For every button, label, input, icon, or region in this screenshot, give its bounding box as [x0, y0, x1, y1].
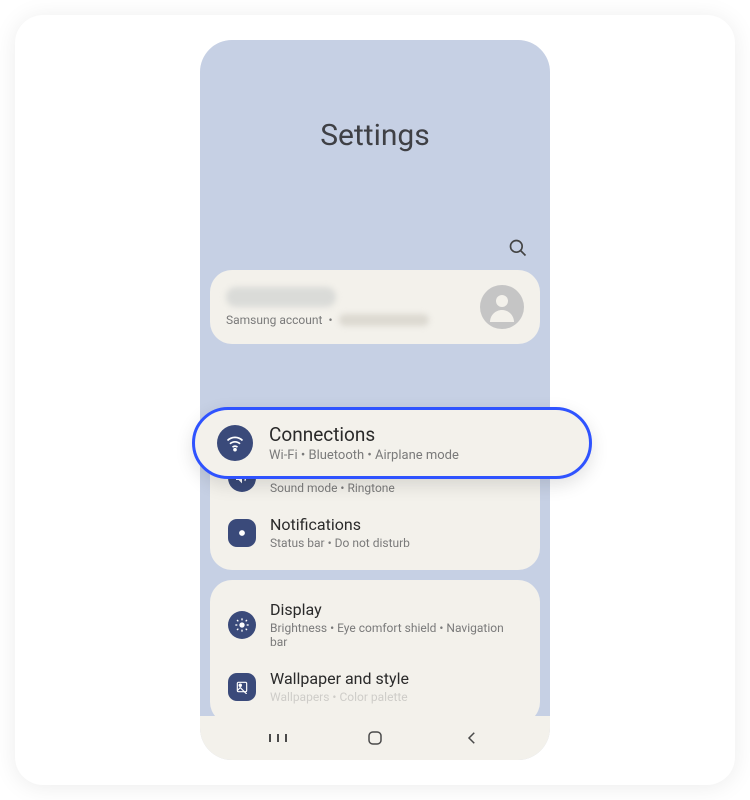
settings-content: Samsung account • [200, 270, 550, 724]
home-button[interactable] [355, 726, 395, 750]
account-subtitle-prefix: Samsung account [226, 313, 322, 327]
display-row[interactable]: Display Brightness • Eye comfort shield … [226, 590, 524, 659]
row-title: Notifications [270, 515, 522, 534]
account-email-redacted [339, 314, 429, 326]
wallpaper-row[interactable]: Wallpaper and style Wallpapers • Color p… [226, 659, 524, 714]
row-title: Wallpaper and style [270, 669, 522, 688]
row-text: Wallpaper and style Wallpapers • Color p… [270, 669, 522, 704]
outer-card: Settings Samsung account • [15, 15, 735, 785]
row-text: Connections Wi-Fi • Bluetooth • Airplane… [269, 423, 567, 463]
wallpaper-icon [228, 673, 256, 701]
notification-icon [228, 519, 256, 547]
account-name-redacted [226, 287, 336, 307]
account-card[interactable]: Samsung account • [210, 270, 540, 344]
search-icon[interactable] [508, 238, 528, 258]
phone-frame: Settings Samsung account • [200, 40, 550, 760]
row-text: Notifications Status bar • Do not distur… [270, 515, 522, 550]
row-subtitle: Status bar • Do not disturb [270, 536, 522, 550]
row-subtitle: Sound mode • Ringtone [270, 481, 522, 495]
row-subtitle: Wi-Fi • Bluetooth • Airplane mode [269, 448, 567, 463]
row-subtitle: Wallpapers • Color palette [270, 690, 522, 704]
notifications-row[interactable]: Notifications Status bar • Do not distur… [226, 505, 524, 560]
page-title: Settings [320, 118, 430, 153]
back-button[interactable] [452, 726, 492, 750]
settings-group-display-wallpaper: Display Brightness • Eye comfort shield … [210, 580, 540, 724]
row-title: Connections [269, 423, 567, 446]
row-text: Display Brightness • Eye comfort shield … [270, 600, 522, 649]
row-subtitle: Brightness • Eye comfort shield • Naviga… [270, 621, 522, 649]
account-info: Samsung account • [226, 287, 480, 327]
wifi-icon [217, 425, 253, 461]
row-title: Display [270, 600, 522, 619]
navigation-bar [200, 716, 550, 760]
recents-button[interactable] [258, 726, 298, 750]
separator: • [328, 313, 332, 327]
avatar[interactable] [480, 285, 524, 329]
account-subtitle: Samsung account • [226, 313, 480, 327]
display-icon [228, 611, 256, 639]
settings-header: Settings [200, 40, 550, 270]
connections-row-highlighted[interactable]: Connections Wi-Fi • Bluetooth • Airplane… [192, 407, 592, 479]
